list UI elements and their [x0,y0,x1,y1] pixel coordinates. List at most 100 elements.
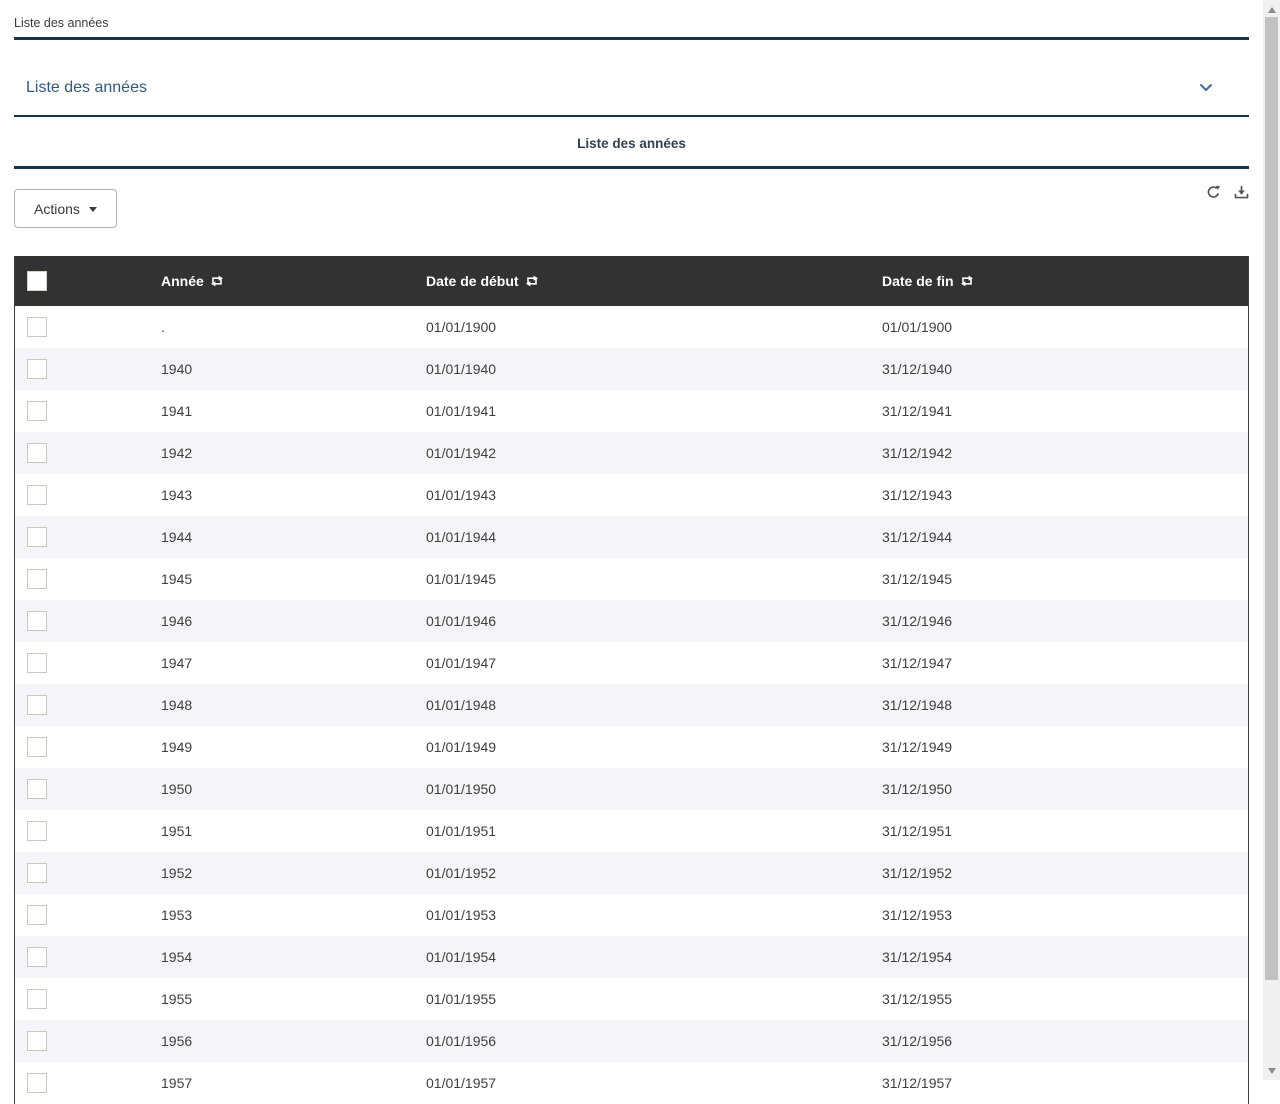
row-checkbox[interactable] [27,1031,47,1051]
cell-annee: 1950 [161,768,426,810]
cell-date-fin: 31/12/1945 [882,558,1248,600]
row-select-cell [15,852,161,894]
chevron-down-icon[interactable] [1199,83,1213,92]
cell-annee: 1956 [161,1020,426,1062]
cell-date-fin: 31/12/1949 [882,726,1248,768]
row-checkbox[interactable] [27,485,47,505]
cell-date-fin: 31/12/1948 [882,684,1248,726]
cell-date-fin: 31/12/1957 [882,1062,1248,1104]
row-checkbox[interactable] [27,905,47,925]
row-select-cell [15,348,161,390]
table-row: 195201/01/195231/12/1952 [15,852,1248,894]
cell-annee: 1954 [161,936,426,978]
cell-date-debut: 01/01/1944 [426,516,882,558]
table-row: 194001/01/194031/12/1940 [15,348,1248,390]
table-body: .01/01/190001/01/1900194001/01/194031/12… [15,306,1248,1104]
cell-date-fin: 31/12/1956 [882,1020,1248,1062]
report-title: Liste des années [14,117,1249,169]
row-checkbox[interactable] [27,611,47,631]
years-table: Année Date de début [14,256,1249,1104]
row-select-cell [15,810,161,852]
row-checkbox[interactable] [27,317,47,337]
cell-date-debut: 01/01/1941 [426,390,882,432]
collapsible-region-header[interactable]: Liste des années [14,40,1249,117]
row-checkbox[interactable] [27,359,47,379]
row-checkbox[interactable] [27,401,47,421]
cell-annee: 1946 [161,600,426,642]
cell-annee: 1942 [161,432,426,474]
row-checkbox[interactable] [27,569,47,589]
row-select-cell [15,1020,161,1062]
cell-annee: 1941 [161,390,426,432]
row-select-cell [15,432,161,474]
select-all-checkbox[interactable] [27,271,47,291]
row-select-cell [15,558,161,600]
cell-date-debut: 01/01/1957 [426,1062,882,1104]
cell-annee: 1952 [161,852,426,894]
cell-annee: 1945 [161,558,426,600]
region-title: Liste des années [26,79,1199,97]
actions-menu-button[interactable]: Actions [14,189,117,228]
table-row: 194701/01/194731/12/1947 [15,642,1248,684]
cell-date-debut: 01/01/1949 [426,726,882,768]
cell-annee: 1943 [161,474,426,516]
row-checkbox[interactable] [27,443,47,463]
cell-date-debut: 01/01/1954 [426,936,882,978]
row-checkbox[interactable] [27,737,47,757]
column-header-date-fin[interactable]: Date de fin [882,256,1248,306]
cell-date-fin: 01/01/1900 [882,306,1248,348]
table-row: 194901/01/194931/12/1949 [15,726,1248,768]
table-row: 194501/01/194531/12/1945 [15,558,1248,600]
row-select-cell [15,474,161,516]
row-checkbox[interactable] [27,947,47,967]
vertical-scrollbar[interactable] [1263,0,1280,1080]
table-row: 195501/01/195531/12/1955 [15,978,1248,1020]
table-row: 195001/01/195031/12/1950 [15,768,1248,810]
scroll-down-arrow[interactable] [1263,1063,1280,1078]
cell-date-debut: 01/01/1956 [426,1020,882,1062]
row-select-cell [15,390,161,432]
sort-icon [525,275,539,287]
cell-date-debut: 01/01/1900 [426,306,882,348]
row-checkbox[interactable] [27,1073,47,1093]
cell-date-debut: 01/01/1955 [426,978,882,1020]
scrollbar-thumb[interactable] [1265,17,1278,980]
row-checkbox[interactable] [27,779,47,799]
refresh-icon[interactable] [1206,185,1221,200]
cell-date-debut: 01/01/1950 [426,768,882,810]
row-select-cell [15,600,161,642]
table-row: 195601/01/195631/12/1956 [15,1020,1248,1062]
download-icon[interactable] [1234,185,1249,200]
row-select-cell [15,768,161,810]
sort-icon [210,275,224,287]
cell-date-fin: 31/12/1944 [882,516,1248,558]
column-header-date-debut[interactable]: Date de début [426,256,882,306]
cell-annee: 1953 [161,894,426,936]
table-row: 194301/01/194331/12/1943 [15,474,1248,516]
cell-date-debut: 01/01/1947 [426,642,882,684]
row-checkbox[interactable] [27,695,47,715]
row-checkbox[interactable] [27,821,47,841]
row-select-cell [15,894,161,936]
cell-annee: 1944 [161,516,426,558]
cell-date-debut: 01/01/1951 [426,810,882,852]
cell-date-fin: 31/12/1952 [882,852,1248,894]
cell-date-debut: 01/01/1952 [426,852,882,894]
cell-date-fin: 31/12/1947 [882,642,1248,684]
row-checkbox[interactable] [27,527,47,547]
row-checkbox[interactable] [27,863,47,883]
cell-date-fin: 31/12/1943 [882,474,1248,516]
row-checkbox[interactable] [27,653,47,673]
select-all-cell [15,256,161,306]
scroll-up-arrow[interactable] [1263,2,1280,17]
row-select-cell [15,936,161,978]
row-select-cell [15,642,161,684]
column-header-annee[interactable]: Année [161,256,426,306]
toolbar: Actions [14,169,1249,242]
table-row: 194201/01/194231/12/1942 [15,432,1248,474]
table-header-row: Année Date de début [15,256,1248,306]
cell-annee: 1955 [161,978,426,1020]
row-checkbox[interactable] [27,989,47,1009]
column-label: Date de début [426,273,519,289]
cell-annee: 1947 [161,642,426,684]
